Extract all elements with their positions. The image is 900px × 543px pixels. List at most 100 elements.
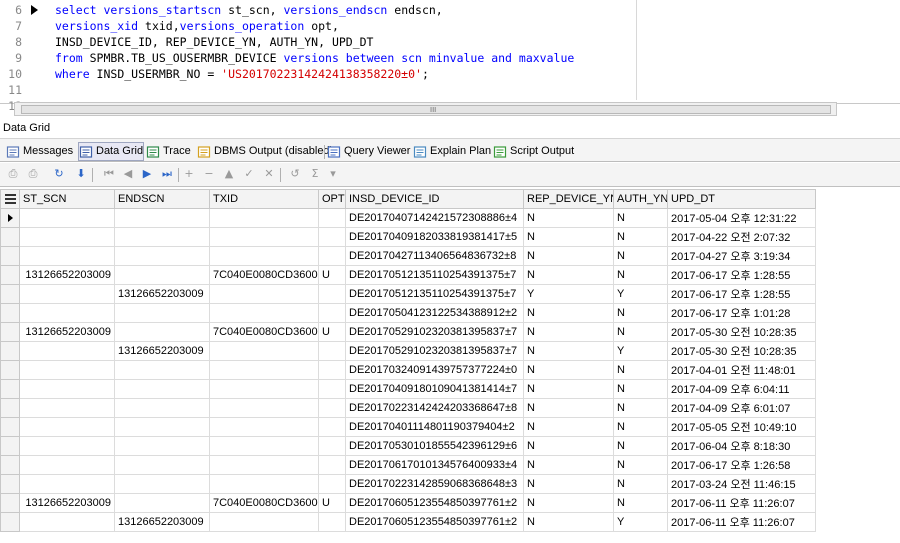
table-row[interactable]: DE20170427113406564836732±8 N N 2017-04-27 … [0,246,816,266]
cell-upd-dt[interactable]: 2017-05-30 오전 10:28:35 [667,341,816,361]
insert-record-icon[interactable]: + [182,167,196,181]
table-row[interactable]: 13126652203009 7C040E0080CD3600 U DE2017052… [0,322,816,342]
cell-auth-yn[interactable]: N [613,417,668,437]
table-row[interactable]: 13126652203009 7C040E0080CD3600 U DE2017051… [0,265,816,285]
scrollbar-thumb[interactable]: III [21,105,831,114]
table-row[interactable]: DE20170409180109041381414±7 N N 2017-04-09 … [0,379,816,399]
first-record-icon[interactable]: ⏮ [102,167,116,181]
cell-upd-dt[interactable]: 2017-06-04 오후 8:18:30 [667,436,816,456]
cell-upd-dt[interactable]: 2017-05-04 오후 12:31:22 [667,208,816,228]
cell-opt[interactable] [318,417,346,437]
refresh-icon[interactable]: ↻ [52,167,66,181]
column-header-endscn[interactable]: ENDSCN [114,189,210,209]
cell-rep-device-yn[interactable]: N [523,512,614,532]
row-indicator[interactable] [0,417,20,437]
row-indicator[interactable] [0,455,20,475]
cell-st-scn[interactable] [19,417,115,437]
cell-rep-device-yn[interactable]: N [523,493,614,513]
cell-insd-device-id[interactable]: DE20170504123122534388912±2 [345,303,524,323]
row-indicator[interactable] [0,341,20,361]
cell-rep-device-yn[interactable]: N [523,322,614,342]
row-indicator[interactable] [0,284,20,304]
cell-insd-device-id[interactable]: DE20170409180109041381414±7 [345,379,524,399]
cell-txid[interactable] [209,227,319,247]
tab-dbms-output-disabled[interactable]: DBMS Output (disabled) [197,142,333,161]
table-row[interactable]: 13126652203009 DE20170605123554850397761±… [0,512,816,532]
cell-st-scn[interactable] [19,341,115,361]
cell-txid[interactable] [209,398,319,418]
cell-insd-device-id[interactable]: DE20170407142421572308886±4 [345,208,524,228]
cancel-edit-icon[interactable]: ✕ [262,167,276,181]
refresh-data-icon[interactable]: ↺ [288,167,302,181]
cell-auth-yn[interactable]: N [613,493,668,513]
cell-insd-device-id[interactable]: DE20170223142859068368648±3 [345,474,524,494]
cell-insd-device-id[interactable]: DE20170401114801190379404±2 [345,417,524,437]
cell-rep-device-yn[interactable]: N [523,436,614,456]
column-header-upd-dt[interactable]: UPD_DT [667,189,816,209]
cell-auth-yn[interactable]: N [613,455,668,475]
row-indicator[interactable] [0,303,20,323]
table-row[interactable]: DE20170409182033819381417±5 N N 2017-04-22 … [0,227,816,247]
cell-upd-dt[interactable]: 2017-04-01 오전 11:48:01 [667,360,816,380]
last-record-icon[interactable]: ⏭ [160,167,174,181]
cell-auth-yn[interactable]: Y [613,284,668,304]
cell-insd-device-id[interactable]: DE20170324091439757377224±0 [345,360,524,380]
cell-endscn[interactable] [114,303,210,323]
table-row[interactable]: DE20170504123122534388912±2 N N 2017-06-17 … [0,303,816,323]
cell-insd-device-id[interactable]: DE20170529102320381395837±7 [345,322,524,342]
row-indicator[interactable] [0,398,20,418]
cell-endscn[interactable] [114,379,210,399]
cell-auth-yn[interactable]: N [613,227,668,247]
tab-data-grid[interactable]: Data Grid [78,142,144,161]
cell-st-scn[interactable] [19,360,115,380]
cell-endscn[interactable] [114,208,210,228]
cell-txid[interactable] [209,208,319,228]
dropdown-arrow-icon[interactable]: ▾ [326,167,340,181]
cell-upd-dt[interactable]: 2017-06-17 오후 1:01:28 [667,303,816,323]
cell-opt[interactable] [318,379,346,399]
column-header-rep-device-yn[interactable]: REP_DEVICE_YN [523,189,614,209]
cell-endscn[interactable]: 13126652203009 [114,341,210,361]
cell-st-scn[interactable]: 13126652203009 [19,322,115,342]
cell-st-scn[interactable] [19,379,115,399]
cell-auth-yn[interactable]: N [613,265,668,285]
cell-txid[interactable] [209,474,319,494]
cell-txid[interactable] [209,246,319,266]
cell-endscn[interactable]: 13126652203009 [114,512,210,532]
row-indicator[interactable] [0,227,20,247]
delete-record-icon[interactable]: − [202,167,216,181]
cell-txid[interactable]: 7C040E0080CD3600 [209,322,319,342]
cell-endscn[interactable] [114,398,210,418]
cell-auth-yn[interactable]: N [613,474,668,494]
cell-st-scn[interactable] [19,246,115,266]
cell-opt[interactable] [318,341,346,361]
data-grid[interactable]: ST_SCN ENDSCN TXID OPT INSD_DEVICE_ID REP_DEV… [0,189,816,532]
cell-st-scn[interactable] [19,227,115,247]
cell-opt[interactable]: U [318,322,346,342]
cell-opt[interactable] [318,208,346,228]
cell-opt[interactable] [318,474,346,494]
cell-upd-dt[interactable]: 2017-06-17 오후 1:28:55 [667,284,816,304]
cell-insd-device-id[interactable]: DE20170512135110254391375±7 [345,284,524,304]
cell-auth-yn[interactable]: Y [613,512,668,532]
table-row[interactable]: DE20170223142859068368648±3 N N 2017-03-24 … [0,474,816,494]
cell-auth-yn[interactable]: N [613,436,668,456]
sum-icon[interactable]: Σ [308,167,322,181]
cell-rep-device-yn[interactable]: N [523,341,614,361]
cell-txid[interactable] [209,360,319,380]
cell-insd-device-id[interactable]: DE20170223142424203368647±8 [345,398,524,418]
cell-st-scn[interactable] [19,474,115,494]
cell-auth-yn[interactable]: N [613,398,668,418]
row-indicator[interactable] [0,360,20,380]
row-indicator[interactable] [0,379,20,399]
cell-insd-device-id[interactable]: DE20170512135110254391375±7 [345,265,524,285]
cell-insd-device-id[interactable]: DE20170617010134576400933±4 [345,455,524,475]
cell-st-scn[interactable] [19,303,115,323]
cell-rep-device-yn[interactable]: N [523,474,614,494]
editor-horizontal-scrollbar[interactable]: III [14,102,837,116]
cell-endscn[interactable] [114,322,210,342]
print-icon[interactable]: ⎙ [6,167,20,181]
cell-insd-device-id[interactable]: DE20170427113406564836732±8 [345,246,524,266]
cell-opt[interactable] [318,436,346,456]
table-row[interactable]: DE20170530101855542396129±6 N N 2017-06-04 … [0,436,816,456]
